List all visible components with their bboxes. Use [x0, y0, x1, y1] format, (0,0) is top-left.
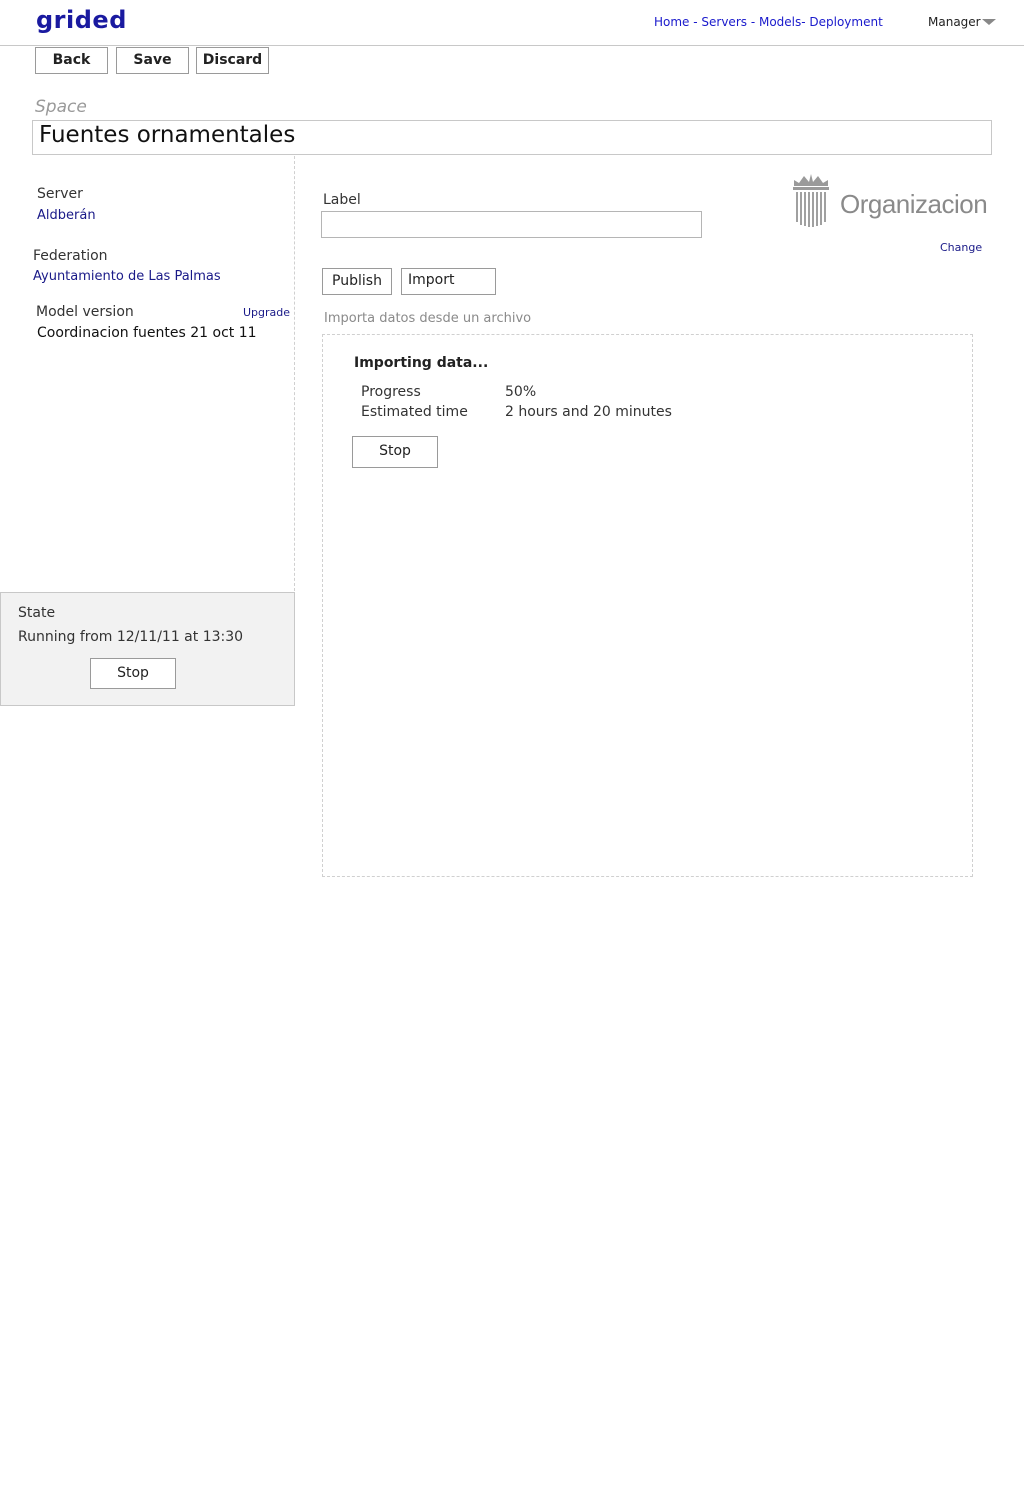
state-status: Running from 12/11/11 at 13:30 — [18, 629, 244, 645]
import-status-title: Importing data... — [354, 355, 489, 371]
server-link[interactable]: Aldberán — [37, 208, 96, 223]
publish-button[interactable]: Publish — [322, 268, 392, 295]
space-name: Fuentes ornamentales — [39, 122, 296, 148]
eta-value: 2 hours and 20 minutes — [505, 404, 672, 420]
sidebar-divider — [294, 156, 295, 596]
space-label: Space — [35, 97, 87, 117]
model-version-label: Model version — [36, 304, 134, 320]
crown-columns-icon — [793, 174, 829, 227]
progress-value: 50% — [505, 384, 537, 400]
label-field-label: Label — [323, 192, 361, 208]
app-logo[interactable]: grided — [36, 6, 127, 34]
back-button[interactable]: Back — [35, 47, 108, 74]
import-button[interactable]: Import — [401, 268, 496, 295]
user-menu-label[interactable]: Manager — [928, 15, 981, 29]
change-logo-link[interactable]: Change — [940, 241, 982, 254]
model-version-value: Coordinacion fuentes 21 oct 11 — [37, 325, 257, 341]
federation-link[interactable]: Ayuntamiento de Las Palmas — [33, 269, 221, 284]
progress-label: Progress — [361, 384, 421, 400]
server-label: Server — [37, 186, 83, 202]
label-input[interactable] — [321, 211, 702, 238]
state-title: State — [18, 605, 56, 621]
save-button[interactable]: Save — [116, 47, 189, 74]
eta-label: Estimated time — [361, 404, 468, 420]
main-nav[interactable]: Home - Servers - Models- Deployment — [654, 15, 883, 29]
import-hint: Importa datos desde un archivo — [324, 311, 532, 326]
import-stop-button[interactable]: Stop — [352, 436, 438, 468]
state-stop-button[interactable]: Stop — [90, 658, 176, 689]
discard-button[interactable]: Discard — [196, 47, 269, 74]
organization-name: Organizacion — [840, 189, 988, 219]
federation-label: Federation — [33, 248, 108, 264]
upgrade-link[interactable]: Upgrade — [243, 306, 290, 319]
chevron-down-icon[interactable] — [982, 19, 996, 25]
